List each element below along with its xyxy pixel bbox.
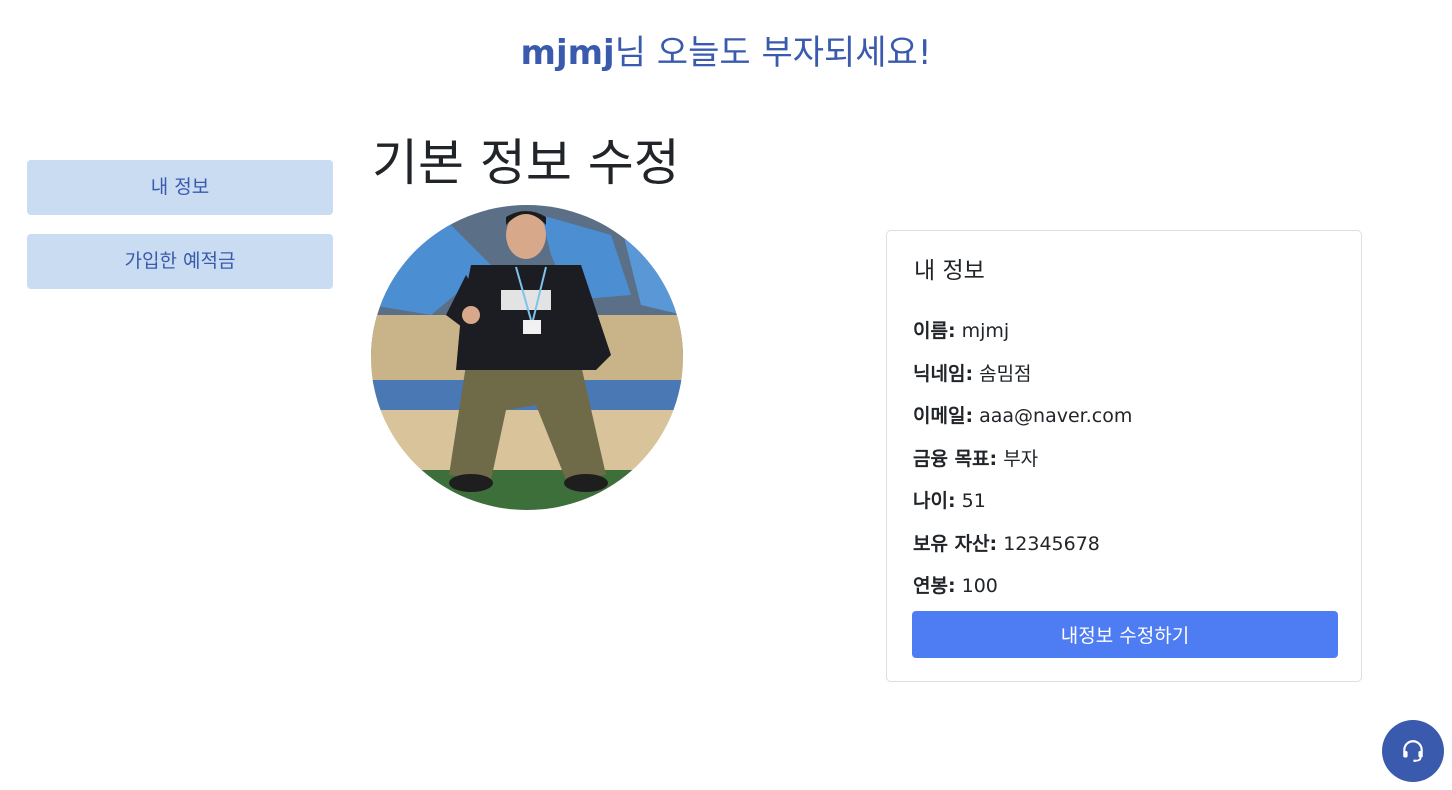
info-value: mjmj xyxy=(961,320,1010,342)
info-value: aaa@naver.com xyxy=(979,405,1133,427)
support-chat-button[interactable] xyxy=(1382,720,1444,782)
headset-icon xyxy=(1403,740,1423,763)
info-value: 100 xyxy=(961,575,998,597)
info-label: 이름: xyxy=(913,320,956,342)
sidebar-item-my-info[interactable]: 내 정보 xyxy=(27,160,333,215)
info-value: 부자 xyxy=(1003,447,1039,470)
info-label: 이메일: xyxy=(913,405,974,427)
info-list: 이름: mjmj 닉네임: 솜밈점 이메일: aaa@naver.com 금융 … xyxy=(913,310,1132,608)
info-row-nickname: 닉네임: 솜밈점 xyxy=(913,353,1132,396)
page: mjmj님 오늘도 부자되세요! 내 정보 가입한 예적금 기본 정보 수정 내… xyxy=(0,0,1452,790)
my-info-card: 내 정보 이름: mjmj 닉네임: 솜밈점 이메일: aaa@naver.co… xyxy=(886,230,1362,682)
info-value: 솜밈점 xyxy=(979,362,1032,385)
sidebar-item-joined-products[interactable]: 가입한 예적금 xyxy=(27,234,333,289)
page-title: 기본 정보 수정 xyxy=(372,134,680,192)
info-label: 나이: xyxy=(913,490,956,512)
edit-info-button[interactable]: 내정보 수정하기 xyxy=(912,611,1338,658)
info-label: 연봉: xyxy=(913,575,956,597)
info-row-email: 이메일: aaa@naver.com xyxy=(913,395,1132,438)
profile-photo xyxy=(371,205,683,510)
info-row-name: 이름: mjmj xyxy=(913,310,1132,353)
info-value: 51 xyxy=(961,490,986,512)
info-row-salary: 연봉: 100 xyxy=(913,565,1132,608)
greeting-username: mjmj xyxy=(520,33,615,73)
card-title: 내 정보 xyxy=(914,258,985,284)
info-row-financial-goal: 금융 목표: 부자 xyxy=(913,438,1132,481)
greeting-text: 님 오늘도 부자되세요! xyxy=(614,33,932,73)
info-row-assets: 보유 자산: 12345678 xyxy=(913,523,1132,566)
info-label: 보유 자산: xyxy=(913,532,998,555)
info-label: 닉네임: xyxy=(913,362,974,385)
info-value: 12345678 xyxy=(1003,532,1100,555)
info-label: 금융 목표: xyxy=(913,447,998,470)
info-row-age: 나이: 51 xyxy=(913,480,1132,523)
greeting-banner: mjmj님 오늘도 부자되세요! xyxy=(0,28,1452,78)
sidebar: 내 정보 가입한 예적금 xyxy=(27,160,333,308)
